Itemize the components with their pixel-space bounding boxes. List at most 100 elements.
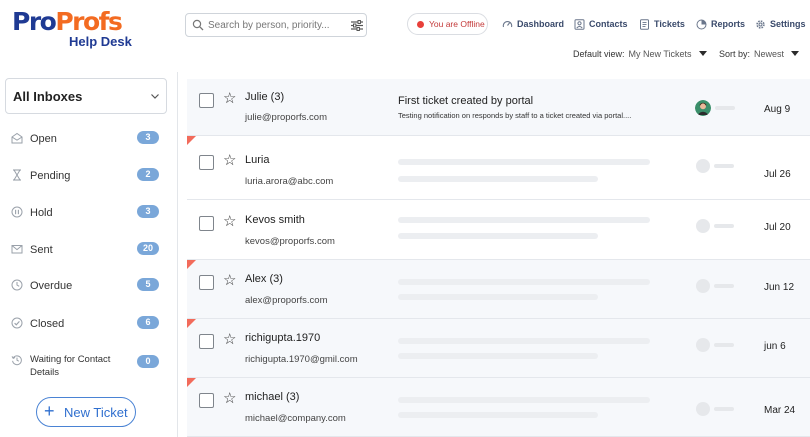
history-icon <box>11 355 22 366</box>
priority-flag <box>187 319 196 328</box>
subject-placeholder <box>398 159 650 165</box>
nav-contacts-label: Contacts <box>589 19 628 29</box>
ticket-contact-name: Luria <box>245 154 270 166</box>
ticket-date: Jul 20 <box>764 222 791 233</box>
inbox-select[interactable]: All Inboxes <box>5 78 167 114</box>
ticket-row[interactable]: ☆ Alex (3) alex@proporfs.com Jun 12 <box>187 260 810 319</box>
plus-icon: + <box>44 401 55 421</box>
ticket-row[interactable]: ☆ Julie (3) julie@proporfs.com First tic… <box>187 79 810 136</box>
sidebar-item-label: Pending <box>30 170 71 182</box>
star-icon[interactable]: ☆ <box>223 153 236 169</box>
nav-tickets-label: Tickets <box>654 19 685 29</box>
ticket-contact-name: Alex (3) <box>245 273 283 285</box>
ticket-list: ☆ Julie (3) julie@proporfs.com First tic… <box>187 79 810 437</box>
nav-reports[interactable]: Reports <box>696 16 745 32</box>
nav-contacts[interactable]: Contacts <box>574 16 628 32</box>
assignee-avatar-placeholder <box>696 279 710 293</box>
star-icon[interactable]: ☆ <box>223 273 236 289</box>
status-label: You are Offline <box>429 19 485 29</box>
row-checkbox[interactable] <box>199 393 214 408</box>
ticket-contact-email: michael@company.com <box>245 413 346 424</box>
sidebar-item-label: Overdue <box>30 280 73 292</box>
sidebar-item-waiting[interactable]: Waiting for Contact Details 0 <box>0 349 178 379</box>
search-input[interactable] <box>208 17 338 33</box>
envelope-open-icon <box>11 132 23 144</box>
count-badge: 5 <box>137 278 159 291</box>
proprofs-logo[interactable]: ProProfs Help Desk <box>12 8 132 50</box>
ticket-row[interactable]: ☆ Luria luria.arora@abc.com Jul 26 <box>187 136 810 200</box>
ticket-contact-email: richigupta.1970@gmil.com <box>245 354 358 365</box>
subject-placeholder <box>398 397 650 403</box>
ticket-row[interactable]: ☆ Kevos smith kevos@proporfs.com Jul 20 <box>187 200 810 260</box>
caret-down-icon <box>698 51 707 56</box>
nav-settings-label: Settings <box>770 19 806 29</box>
count-badge: 3 <box>137 205 159 218</box>
subject-placeholder <box>398 338 650 344</box>
envelope-icon <box>11 245 23 254</box>
sidebar-item-hold[interactable]: Hold 3 <box>0 199 178 229</box>
preview-placeholder <box>398 294 598 300</box>
priority-flag <box>187 260 196 269</box>
status-dot <box>417 21 424 28</box>
star-icon[interactable]: ☆ <box>223 91 236 107</box>
count-badge: 2 <box>137 168 159 181</box>
ticket-row[interactable]: ☆ richigupta.1970 richigupta.1970@gmil.c… <box>187 319 810 378</box>
default-view-dropdown[interactable]: Default view: My New Tickets <box>573 49 707 63</box>
new-ticket-label: New Ticket <box>64 405 128 420</box>
default-view-label: Default view: <box>573 49 625 59</box>
star-icon[interactable]: ☆ <box>223 214 236 230</box>
sidebar-item-open[interactable]: Open 3 <box>0 125 178 155</box>
new-ticket-button[interactable]: + New Ticket <box>36 397 136 427</box>
ticket-preview: Testing notification on responds by staf… <box>398 111 632 120</box>
assignee-placeholder <box>714 164 734 168</box>
star-icon[interactable]: ☆ <box>223 391 236 407</box>
sort-by-dropdown[interactable]: Sort by: Newest <box>719 49 800 63</box>
pause-icon <box>11 206 23 218</box>
sidebar-item-overdue[interactable]: Overdue 5 <box>0 272 178 302</box>
assignee-placeholder <box>714 224 734 228</box>
star-icon[interactable]: ☆ <box>223 332 236 348</box>
ticket-contact-email: kevos@proporfs.com <box>245 236 335 247</box>
row-checkbox[interactable] <box>199 93 214 108</box>
ticket-row[interactable]: ☆ michael (3) michael@company.com Mar 24 <box>187 378 810 437</box>
nav-dashboard[interactable]: Dashboard <box>502 16 564 32</box>
filter-sliders-icon[interactable] <box>351 20 363 31</box>
search-icon <box>192 19 204 31</box>
offline-status-toggle[interactable]: You are Offline <box>407 13 488 35</box>
agent-avatar <box>695 100 711 116</box>
ticket-contact-name: richigupta.1970 <box>245 332 321 344</box>
ticket-date: Aug 9 <box>764 104 791 115</box>
ticket-date: Mar 24 <box>764 405 796 416</box>
sidebar-item-label: Waiting for Contact Details <box>30 354 111 378</box>
preview-placeholder <box>398 176 598 182</box>
tickets-icon <box>640 18 649 30</box>
dashboard-gauge-icon <box>502 20 513 27</box>
ticket-contact-name: michael (3) <box>245 391 300 403</box>
nav-settings[interactable]: Settings <box>755 16 806 32</box>
sidebar-item-sent[interactable]: Sent 20 <box>0 236 178 266</box>
count-badge: 20 <box>137 242 159 255</box>
row-checkbox[interactable] <box>199 155 214 170</box>
sort-by-label: Sort by: <box>719 49 751 59</box>
inbox-select-value: All Inboxes <box>13 89 83 104</box>
nav-reports-label: Reports <box>711 19 746 29</box>
ticket-contact-email: alex@proporfs.com <box>245 295 328 306</box>
nav-tickets[interactable]: Tickets <box>639 16 685 32</box>
preview-placeholder <box>398 353 598 359</box>
sort-by-value: Newest <box>754 49 785 59</box>
ticket-contact-name: Kevos smith <box>245 214 305 226</box>
sidebar-item-label: Closed <box>30 318 65 330</box>
ticket-contact-email: luria.arora@abc.com <box>245 176 334 187</box>
search-box[interactable] <box>185 13 367 37</box>
nav-dashboard-label: Dashboard <box>517 19 565 29</box>
sidebar-item-pending[interactable]: Pending 2 <box>0 162 178 192</box>
row-checkbox[interactable] <box>199 216 214 231</box>
count-badge: 6 <box>137 316 159 329</box>
row-checkbox[interactable] <box>199 275 214 290</box>
preview-placeholder <box>398 233 598 239</box>
ticket-date: Jul 26 <box>764 169 791 180</box>
logo-subtitle: Help Desk <box>69 34 132 49</box>
sidebar-item-closed[interactable]: Closed 6 <box>0 310 178 340</box>
ticket-subject[interactable]: First ticket created by portal <box>398 95 533 107</box>
row-checkbox[interactable] <box>199 334 214 349</box>
